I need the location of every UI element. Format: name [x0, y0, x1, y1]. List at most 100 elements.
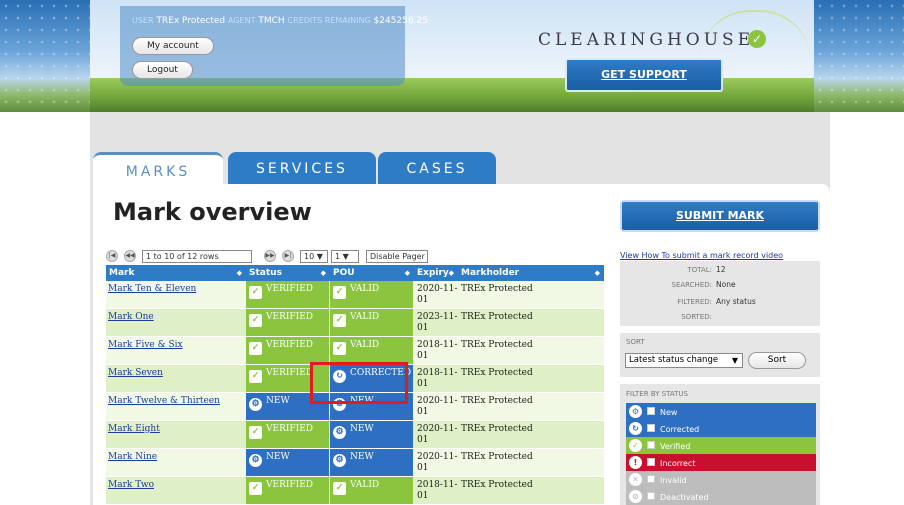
table-header: Mark ◆ Status ◆ POU ◆ Expiry ◆ Markholder ◆ — [106, 265, 604, 281]
filter-checkbox[interactable] — [647, 424, 655, 432]
sort-icon: ◆ — [320, 269, 326, 277]
mark-link[interactable]: Mark Nine — [106, 449, 246, 476]
mark-link[interactable]: Mark Ten & Eleven — [106, 281, 246, 308]
disable-pager-button[interactable]: Disable Pager — [366, 250, 428, 263]
sort-icon: ◆ — [594, 269, 600, 277]
pou-text: VALID — [350, 340, 380, 350]
expiry-date: 2020-11- — [417, 424, 458, 434]
pou-text: VALID — [350, 284, 380, 294]
expiry-date: 2020-11- — [417, 452, 458, 462]
get-support-button[interactable]: GET SUPPORT — [565, 58, 723, 92]
filter-incorrect[interactable]: ! Incorrect — [626, 454, 816, 471]
filter-new[interactable]: ⚙ New — [626, 403, 816, 420]
tab-services[interactable]: SERVICES — [228, 152, 376, 186]
rows-info: 1 to 10 of 12 rows — [142, 250, 252, 263]
my-account-button[interactable]: My account — [132, 37, 214, 55]
markholder-cell: TREx Protected — [461, 396, 533, 406]
pou-badge: ✓ VALID — [330, 337, 413, 364]
markholder-cell: TREx Protected — [461, 368, 533, 378]
filter-label-text: Corrected — [660, 425, 700, 434]
expiry-date: 2018-11- — [417, 340, 458, 350]
pou-badge: ⚙ NEW — [330, 421, 413, 448]
agent-value: TMCH — [258, 16, 285, 26]
verified-icon: ✓ — [249, 426, 262, 439]
mark-link[interactable]: Mark Seven — [106, 365, 246, 392]
verified-icon: ✓ — [249, 286, 262, 299]
stats-box: TOTAL: 12 SEARCHED: None FILTERED: Any stat… — [620, 261, 820, 326]
logo-check-icon: ✓ — [748, 30, 766, 48]
filter-checkbox[interactable] — [647, 407, 655, 415]
col-markholder[interactable]: Markholder ◆ — [458, 265, 604, 281]
table-row: Mark Eight ✓ VERIFIED ⚙ NEW 2020-11- 01 TREx Pr… — [106, 421, 604, 448]
video-link[interactable]: View How To submit a mark record video — [620, 251, 783, 260]
pou-text: VALID — [350, 312, 380, 322]
next-page-icon[interactable]: ▶▶ — [264, 250, 276, 262]
new-icon: ⚙ — [333, 454, 346, 467]
expiry-date: 01 — [417, 407, 429, 417]
tab-marks[interactable]: MARKS — [93, 152, 223, 186]
sort-icon: ◆ — [404, 269, 410, 277]
filter-checkbox[interactable] — [647, 475, 655, 483]
filter-checkbox[interactable] — [647, 492, 655, 500]
page-select[interactable]: 1 ▼ — [331, 250, 359, 263]
user-panel: USER TREx Protected AGENT TMCH CREDITS R… — [120, 6, 428, 86]
col-status[interactable]: Status ◆ — [246, 265, 330, 281]
last-page-icon[interactable]: ▶| — [282, 250, 294, 262]
filter-label-text: Verified — [660, 442, 691, 451]
page-title: Mark overview — [113, 198, 312, 226]
mark-link[interactable]: Mark Five & Six — [106, 337, 246, 364]
header-pattern-right — [814, 0, 904, 112]
filter-checkbox[interactable] — [647, 458, 655, 466]
filter-checkbox[interactable] — [647, 441, 655, 449]
filter-label-text: New — [660, 408, 678, 417]
expiry-cell: 2020-11- 01 — [414, 449, 458, 476]
expiry-cell: 2020-11- 01 — [414, 421, 458, 448]
sort-select[interactable]: Latest status change ▼ — [625, 353, 743, 368]
highlight-annotation — [310, 362, 408, 404]
logout-button[interactable]: Logout — [132, 61, 193, 79]
filter-label-text: Incorrect — [660, 459, 696, 468]
mark-link[interactable]: Mark Twelve & Thirteen — [106, 393, 246, 420]
filter-label-text: Deactivated — [660, 493, 709, 502]
page-size-select[interactable]: 10 ▼ — [300, 250, 328, 263]
verified-icon: ✓ — [249, 342, 262, 355]
expiry-date: 2018-11- — [417, 480, 458, 490]
expiry-date: 01 — [417, 323, 429, 333]
mark-link[interactable]: Mark Two — [106, 477, 246, 504]
status-icon: ↻ — [629, 422, 642, 435]
status-text: VERIFIED — [266, 368, 313, 378]
prev-page-icon[interactable]: ◀◀ — [124, 250, 136, 262]
filter-verified[interactable]: ✓ Verified — [626, 437, 816, 454]
first-page-icon[interactable]: |◀ — [106, 250, 118, 262]
expiry-date: 2023-11- — [417, 312, 458, 322]
filter-invalid[interactable]: ✕ Invalid — [626, 471, 816, 488]
sort-button[interactable]: Sort — [748, 352, 806, 369]
page-value: 1 — [335, 252, 341, 261]
logo: CLEARINGHOUSE — [538, 30, 755, 50]
status-badge: ✓ VERIFIED — [246, 421, 329, 448]
sort-box: SORT Latest status change ▼ Sort — [620, 333, 820, 377]
header-pattern-left — [0, 0, 90, 112]
sort-icon: ◆ — [448, 269, 454, 277]
agent-label: AGENT — [228, 16, 256, 25]
col-pou[interactable]: POU ◆ — [330, 265, 414, 281]
mark-link[interactable]: Mark One — [106, 309, 246, 336]
mark-link[interactable]: Mark Eight — [106, 421, 246, 448]
submit-mark-button[interactable]: SUBMIT MARK — [620, 200, 820, 232]
tab-cases[interactable]: CASES — [378, 152, 496, 186]
table-row: Mark Nine ⚙ NEW ⚙ NEW 2020-11- 01 TREx Protecte… — [106, 449, 604, 476]
filter-corrected[interactable]: ↻ Corrected — [626, 420, 816, 437]
col-expiry[interactable]: Expiry ◆ — [414, 265, 458, 281]
pou-badge: ⚙ NEW — [330, 449, 413, 476]
expiry-cell: 2018-11- 01 — [414, 477, 458, 504]
verified-icon: ✓ — [333, 314, 346, 327]
col-mark[interactable]: Mark ◆ — [106, 265, 246, 281]
stat-total: TOTAL: 12 — [687, 265, 726, 274]
verified-icon: ✓ — [333, 342, 346, 355]
verified-icon: ✓ — [333, 482, 346, 495]
markholder-cell: TREx Protected — [461, 452, 533, 462]
markholder-cell: TREx Protected — [461, 480, 533, 490]
expiry-cell: 2020-11- 01 — [414, 281, 458, 308]
filter-deactivated[interactable]: ⊘ Deactivated — [626, 488, 816, 505]
expiry-cell: 2020-11- 01 — [414, 393, 458, 420]
